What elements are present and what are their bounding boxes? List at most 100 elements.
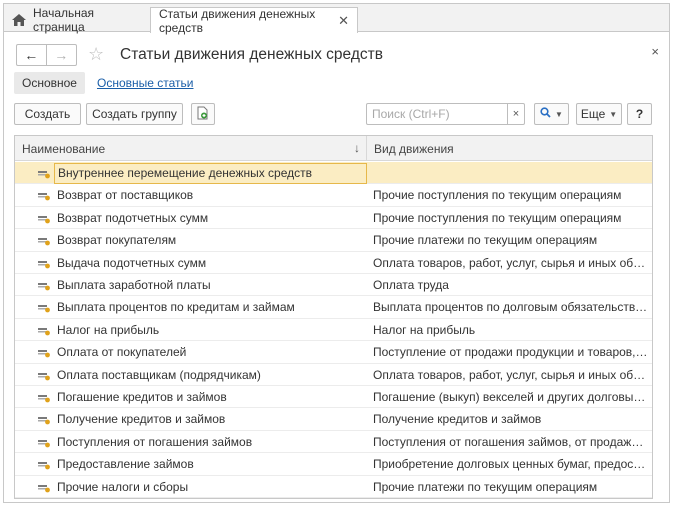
item-kind: Прочие платежи по текущим операциям xyxy=(373,233,598,248)
cell-kind: Прочие платежи по текущим операциям xyxy=(367,476,652,498)
column-header-name-label: Наименование xyxy=(22,141,106,156)
item-name: Возврат покупателям xyxy=(57,233,177,248)
cell-name: Выплата процентов по кредитам и займам xyxy=(15,296,367,318)
table-row[interactable]: Выплата заработной платы Оплата труда xyxy=(15,274,652,297)
app-window: Начальная страница Статьи движения денеж… xyxy=(3,3,670,503)
item-kind: Прочие поступления по текущим операциям xyxy=(373,188,622,203)
item-kind: Поступление от продажи продукции и товар… xyxy=(373,345,649,360)
star-icon[interactable]: ☆ xyxy=(88,44,104,65)
table-row[interactable]: Получение кредитов и займов Получение кре… xyxy=(15,408,652,431)
create-button[interactable]: Создать xyxy=(14,103,81,125)
item-icon xyxy=(38,459,50,470)
cell-name: Погашение кредитов и займов xyxy=(15,386,367,408)
table-row[interactable]: Оплата поставщикам (подрядчикам) Оплата т… xyxy=(15,364,652,386)
item-name: Выплата заработной платы xyxy=(57,278,211,292)
table-row[interactable]: Прочие налоги и сборы Прочие платежи по т… xyxy=(15,476,652,498)
search-placeholder: Поиск (Ctrl+F) xyxy=(372,107,450,121)
item-name: Прочие налоги и сборы xyxy=(57,479,189,494)
chevron-down-icon: ▼ xyxy=(555,109,563,119)
cell-name: Оплата поставщикам (подрядчикам) xyxy=(15,364,367,386)
item-name: Поступления от погашения займов xyxy=(57,434,253,449)
item-kind: Получение кредитов и займов xyxy=(373,412,542,427)
tab-home-label: Начальная страница xyxy=(33,5,95,34)
cell-kind: Прочие поступления по текущим операциям xyxy=(367,207,652,229)
item-kind: Поступления от погашения займов, от прод… xyxy=(373,434,649,449)
document-icon xyxy=(197,106,209,123)
arrow-right-icon: → xyxy=(54,47,69,63)
item-kind: Налог на прибыль xyxy=(373,322,476,337)
items-table: Наименование ↓ Вид движения Внутреннее п… xyxy=(14,135,653,499)
chevron-down-icon: ▼ xyxy=(609,109,618,119)
item-name: Выплата процентов по кредитам и займам xyxy=(57,300,295,315)
section-main-items-link[interactable]: Основные статьи xyxy=(89,72,202,94)
section-main[interactable]: Основное xyxy=(14,72,85,94)
item-kind: Приобретение долговых ценных бумаг, пред… xyxy=(373,457,649,472)
item-icon xyxy=(38,437,50,448)
cell-kind: Оплата товаров, работ, услуг, сырья и ин… xyxy=(367,364,652,386)
sort-arrow-icon: ↓ xyxy=(354,141,360,155)
cell-kind: Налог на прибыль xyxy=(367,319,652,341)
copy-button[interactable] xyxy=(191,103,215,125)
navigation-buttons: ← → xyxy=(16,44,77,66)
cell-name: Получение кредитов и займов xyxy=(15,408,367,430)
item-icon xyxy=(38,325,50,336)
table-row[interactable]: Оплата от покупателей Поступление от прод… xyxy=(15,341,652,364)
cell-name: Возврат покупателям xyxy=(15,229,367,251)
search-button[interactable]: ▼ xyxy=(534,103,569,125)
column-header-name[interactable]: Наименование ↓ xyxy=(15,136,367,161)
table-row[interactable]: Выдача подотчетных сумм Оплата товаров, р… xyxy=(15,252,652,274)
forward-button[interactable]: → xyxy=(47,45,76,65)
cell-kind xyxy=(367,162,652,184)
tab-cash-flow-items[interactable]: Статьи движения денежных средств ✕ xyxy=(150,6,358,35)
column-header-kind[interactable]: Вид движения xyxy=(367,136,652,161)
search-input[interactable]: Поиск (Ctrl+F) × xyxy=(366,103,525,125)
table-row[interactable]: Поступления от погашения займов Поступлен… xyxy=(15,431,652,454)
item-name: Оплата от покупателей xyxy=(57,345,187,360)
table-row[interactable]: Предоставление займов Приобретение долгов… xyxy=(15,453,652,476)
item-name: Внутреннее перемещение денежных средств xyxy=(54,162,367,184)
item-icon xyxy=(38,280,50,291)
item-name: Возврат от поставщиков xyxy=(57,188,194,203)
cell-name: Выдача подотчетных сумм xyxy=(15,252,367,274)
clear-search-button[interactable]: × xyxy=(507,104,524,124)
toolbar: Создать Создать группу Поиск (Ctrl+F) × … xyxy=(14,103,659,127)
table-row[interactable]: Возврат покупателям Прочие платежи по тек… xyxy=(15,229,652,252)
cell-kind: Поступления от погашения займов, от прод… xyxy=(367,431,652,453)
cell-name: Оплата от покупателей xyxy=(15,341,367,363)
tab-home[interactable]: Начальная страница xyxy=(4,5,147,34)
cell-kind: Оплата труда xyxy=(367,274,652,296)
table-row[interactable]: Возврат от поставщиков Прочие поступления… xyxy=(15,184,652,207)
item-kind: Прочие поступления по текущим операциям xyxy=(373,210,622,225)
tab-cash-flow-items-label: Статьи движения денежных средств xyxy=(159,6,316,35)
help-button[interactable]: ? xyxy=(627,103,652,125)
item-kind: Оплата товаров, работ, услуг, сырья и ин… xyxy=(373,255,649,270)
table-row[interactable]: Выплата процентов по кредитам и займам Вы… xyxy=(15,296,652,319)
arrow-left-icon: ← xyxy=(24,47,39,63)
more-button[interactable]: Еще ▼ xyxy=(576,103,622,125)
cell-kind: Погашение (выкуп) векселей и других долг… xyxy=(367,386,652,408)
item-icon xyxy=(38,258,50,268)
create-group-button[interactable]: Создать группу xyxy=(86,103,183,125)
item-icon xyxy=(38,302,50,313)
cell-kind: Приобретение долговых ценных бумаг, пред… xyxy=(367,453,652,475)
table-row[interactable]: Погашение кредитов и займов Погашение (вы… xyxy=(15,386,652,409)
cell-name: Возврат от поставщиков xyxy=(15,184,367,206)
item-name: Погашение кредитов и займов xyxy=(57,390,227,404)
page-title: Статьи движения денежных средств xyxy=(120,46,383,63)
item-icon xyxy=(38,168,50,179)
close-icon[interactable]: ✕ xyxy=(338,13,349,29)
table-row[interactable]: Внутреннее перемещение денежных средств xyxy=(15,162,652,185)
table-row[interactable]: Налог на прибыль Налог на прибыль xyxy=(15,319,652,342)
cell-name: Внутреннее перемещение денежных средств xyxy=(15,162,367,184)
item-kind: Погашение (выкуп) векселей и других долг… xyxy=(373,390,649,404)
cell-kind: Поступление от продажи продукции и товар… xyxy=(367,341,652,363)
cell-kind: Выплата процентов по долговым обязательс… xyxy=(367,296,652,318)
item-icon xyxy=(38,414,50,425)
back-button[interactable]: ← xyxy=(17,45,47,65)
item-name: Оплата поставщикам (подрядчикам) xyxy=(57,367,261,382)
table-header: Наименование ↓ Вид движения xyxy=(15,136,652,161)
item-icon xyxy=(38,482,50,492)
item-icon xyxy=(38,213,50,224)
close-form-button[interactable]: × xyxy=(651,44,659,59)
table-row[interactable]: Возврат подотчетных сумм Прочие поступлен… xyxy=(15,207,652,230)
